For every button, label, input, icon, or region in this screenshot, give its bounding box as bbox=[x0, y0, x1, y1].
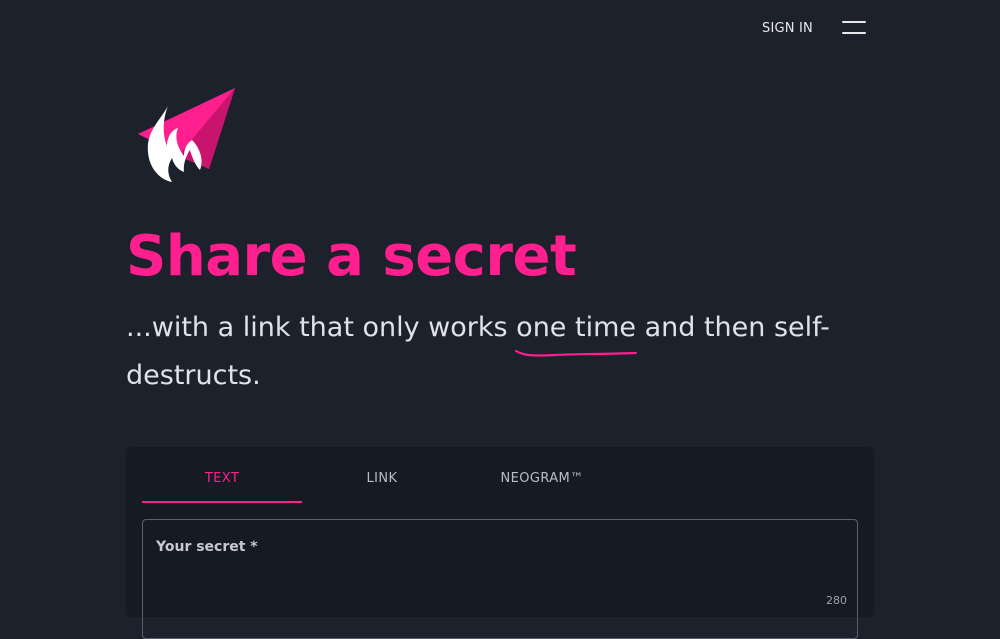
secret-field-label: Your secret * bbox=[156, 539, 258, 555]
top-bar: SIGN IN bbox=[0, 0, 1000, 60]
hamburger-menu-icon-line bbox=[842, 32, 866, 34]
page-subtitle: ...with a link that only works one time … bbox=[126, 304, 846, 400]
hamburger-menu-icon bbox=[842, 21, 866, 23]
logo[interactable] bbox=[134, 86, 238, 186]
secret-card: TEXT LINK NEOGRAM™ Your secret * 280 bbox=[126, 447, 874, 639]
secret-input[interactable] bbox=[155, 564, 845, 634]
tab-text[interactable]: TEXT bbox=[142, 459, 302, 503]
secret-type-tabs: TEXT LINK NEOGRAM™ bbox=[142, 459, 622, 503]
sign-in-link[interactable]: SIGN IN bbox=[762, 21, 813, 36]
secret-field[interactable]: Your secret * 280 bbox=[142, 519, 858, 639]
subtitle-emphasis: one time bbox=[515, 304, 638, 357]
page-title: Share a secret bbox=[126, 224, 577, 289]
tab-neogram[interactable]: NEOGRAM™ bbox=[462, 459, 622, 503]
tab-link[interactable]: LINK bbox=[302, 459, 462, 503]
char-counter: 280 bbox=[826, 594, 847, 607]
flame-paper-plane-logo-icon bbox=[138, 88, 235, 182]
underline-scribble-icon bbox=[515, 349, 638, 357]
subtitle-text-start: ...with a link that only works bbox=[126, 312, 517, 343]
subtitle-emphasis-text: one time bbox=[516, 312, 636, 343]
menu-button[interactable] bbox=[838, 16, 870, 40]
